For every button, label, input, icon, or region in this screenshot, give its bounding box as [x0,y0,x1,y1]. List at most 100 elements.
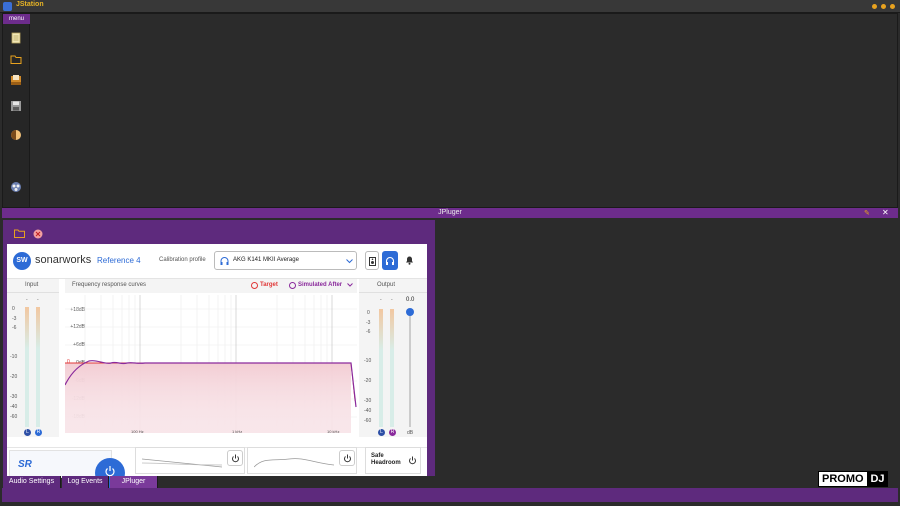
headphone-mode-button[interactable] [382,251,398,270]
simulated-toggle-icon[interactable] [289,282,296,289]
calibration-label: Calibration profile [159,257,206,263]
input-scale-7: -60 [10,414,18,420]
filter-curve-thumbnail [142,458,222,468]
app-icon [3,2,12,11]
power-icon [409,456,416,465]
input-meter-left [25,307,29,427]
output-peak-left: - [380,297,382,303]
target-toggle-icon[interactable] [251,282,258,289]
input-scale-4: -20 [10,374,18,380]
input-scale-6: -40 [10,404,18,410]
output-scale-7: -60 [364,418,372,424]
input-scale-2: -6 [12,325,17,331]
input-scale-5: -30 [10,394,18,400]
frequency-title: Frequency response curves [72,282,147,288]
menu-button[interactable]: menu [3,14,30,24]
plugin-toolbar [5,224,433,244]
sonarworks-logo: SW [13,252,31,270]
output-label: Output [377,282,396,288]
safe-headroom-label: Safe Headroom [371,453,401,466]
hz-scale-1: 1 kHz [232,429,243,434]
hz-scale-2: 10 kHz [327,429,340,434]
input-scale-1: -3 [12,316,17,322]
speaker-icon [369,257,376,266]
output-meter-left [379,309,383,427]
output-scale-1: -3 [366,320,371,326]
remove-icon[interactable] [33,229,43,239]
chevron-down-icon [346,259,353,264]
watermark-part2: DJ [867,472,888,486]
jpluger-title: JPluger [438,209,462,216]
jpluger-titlebar: JPluger ✎ ✕ [2,208,898,218]
brand-name: sonarworks [35,254,92,266]
simulated-label[interactable]: Simulated After [298,282,342,288]
chevron-down-icon[interactable] [347,283,353,287]
filter-power-button[interactable] [227,450,243,466]
minimize-button[interactable] [872,4,877,9]
input-label: Input [25,282,39,288]
tab-jpluger[interactable]: JPluger [110,476,158,488]
power-icon [344,454,351,463]
output-scale-6: -40 [364,408,372,414]
calibration-profile-select[interactable]: AKG K141 MKII Average [214,251,357,270]
frequency-response-panel: Frequency response curves Target Simulat… [65,279,357,437]
box-icon[interactable] [10,74,22,86]
sonarworks-plugin: SW sonarworks Reference 4 Calibration pr… [7,244,427,488]
open-folder-icon[interactable] [14,229,25,238]
bell-icon[interactable] [405,255,414,265]
output-scale-4: -20 [364,378,372,384]
power-icon [232,454,239,463]
output-left-badge[interactable]: L [378,429,385,436]
safe-headroom-card[interactable]: Safe Headroom [365,447,421,474]
output-volume-handle[interactable] [406,308,414,316]
maximize-button[interactable] [881,4,886,9]
close-button[interactable] [890,4,895,9]
output-right-badge[interactable]: R [389,429,396,436]
input-left-badge[interactable]: L [24,429,31,436]
palette-icon[interactable] [10,181,22,193]
output-scale-2: -6 [366,329,371,335]
folder-icon[interactable] [10,53,22,65]
half-circle-icon[interactable] [10,129,22,141]
sr-label: SR [18,459,32,470]
tab-audio-settings[interactable]: Audio Settings [3,476,61,488]
title-bar: JStation [0,0,900,13]
target-label[interactable]: Target [260,282,278,288]
product-name: Reference 4 [97,256,141,265]
calibration-value: AKG K141 MKII Average [233,257,299,263]
output-scale-0: 0 [367,310,370,316]
filter-card [135,447,245,474]
output-value: 0.0 [406,297,415,303]
output-meter-panel: Output 0.0 - - 0 -3 -6 -10 -20 -30 -40 -… [359,279,427,437]
headphones-icon [220,257,229,265]
close-icon[interactable]: ✕ [882,208,889,218]
output-peak-right: - [391,297,393,303]
preset-power-button[interactable] [339,450,355,466]
input-right-badge[interactable]: R [35,429,42,436]
speaker-mode-button[interactable] [365,251,379,270]
input-scale-3: -10 [10,354,18,360]
plugin-header: SW sonarworks Reference 4 Calibration pr… [7,244,427,279]
preset-curve-thumbnail [254,458,334,468]
save-icon[interactable] [10,100,22,112]
input-meter-right [36,307,40,427]
promodj-watermark: PROMO DJ [818,471,888,487]
output-scale-3: -10 [364,358,372,364]
app-title: JStation [16,1,44,8]
pin-icon[interactable]: ✎ [864,209,870,217]
input-peak-right: - [37,297,39,303]
zero-marker: 0 [67,359,70,365]
output-meter-right [390,309,394,427]
watermark-part1: PROMO [822,473,864,485]
workspace-area [2,13,898,208]
output-volume-slider[interactable] [409,309,411,427]
output-db-unit: dB [407,430,414,436]
headphones-icon [385,256,395,265]
hz-scale-0: 100 Hz [131,429,144,434]
sidebar: menu [3,14,30,207]
preset-card [247,447,357,474]
input-peak-left: - [26,297,28,303]
frequency-graph [65,295,357,433]
tab-log-events[interactable]: Log Events [62,476,109,488]
notepad-icon[interactable] [10,32,22,44]
